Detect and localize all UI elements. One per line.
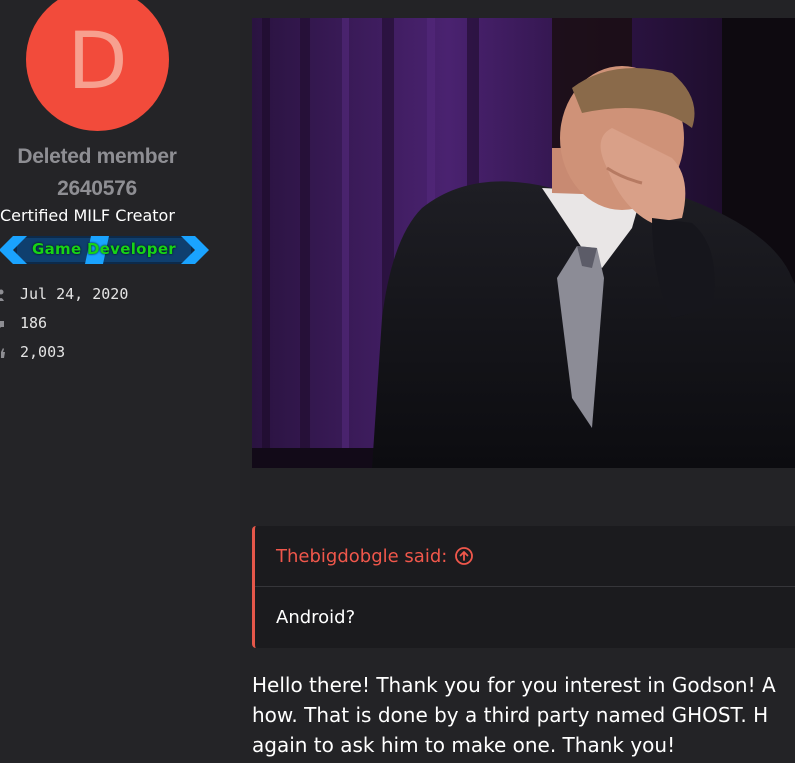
user-banner: Game Developer bbox=[0, 234, 209, 266]
quote-header: Thebigdobgle said: bbox=[255, 526, 795, 587]
stat-reactions-value: 2,003 bbox=[20, 342, 66, 361]
message-line-1: Hello there! Thank you for you interest … bbox=[252, 673, 776, 697]
stat-messages-value: 186 bbox=[20, 313, 48, 332]
stat-reactions: 2,003 bbox=[0, 337, 65, 366]
user-icon bbox=[0, 287, 8, 301]
username-line-1: Deleted member bbox=[17, 145, 177, 168]
banner-label: Game Developer bbox=[32, 240, 176, 258]
thread-post: D Deleted member 2640576 Certified MILF … bbox=[0, 0, 795, 763]
avatar-letter: D bbox=[67, 16, 128, 107]
thumbs-up-icon bbox=[0, 345, 8, 359]
chat-icon bbox=[0, 316, 8, 330]
quote-text: Android? bbox=[276, 606, 356, 628]
stat-messages: 186 bbox=[0, 308, 47, 337]
facepalm-image bbox=[252, 18, 795, 468]
stat-joined-value: Jul 24, 2020 bbox=[20, 284, 129, 303]
message-body: Hello there! Thank you for you interest … bbox=[252, 670, 795, 760]
message-user-panel: D Deleted member 2640576 Certified MILF … bbox=[0, 0, 240, 763]
user-stats: Jul 24, 2020 186 2,003 bbox=[0, 279, 128, 366]
message-line-2: how. That is done by a third party named… bbox=[252, 703, 769, 727]
post-gif[interactable] bbox=[252, 18, 795, 468]
username-line-2: 2640576 bbox=[57, 177, 137, 200]
arrow-circle-up-icon[interactable] bbox=[455, 547, 474, 565]
username[interactable]: Deleted member 2640576 bbox=[0, 141, 194, 205]
user-title: Certified MILF Creator bbox=[0, 206, 175, 225]
message-line-3: again to ask him to make one. Thank you! bbox=[252, 733, 676, 757]
quote-block: Thebigdobgle said: Android? bbox=[252, 526, 795, 648]
quote-author[interactable]: Thebigdobgle said: bbox=[276, 546, 447, 567]
stat-joined: Jul 24, 2020 bbox=[0, 279, 128, 308]
avatar[interactable]: D bbox=[26, 0, 169, 131]
